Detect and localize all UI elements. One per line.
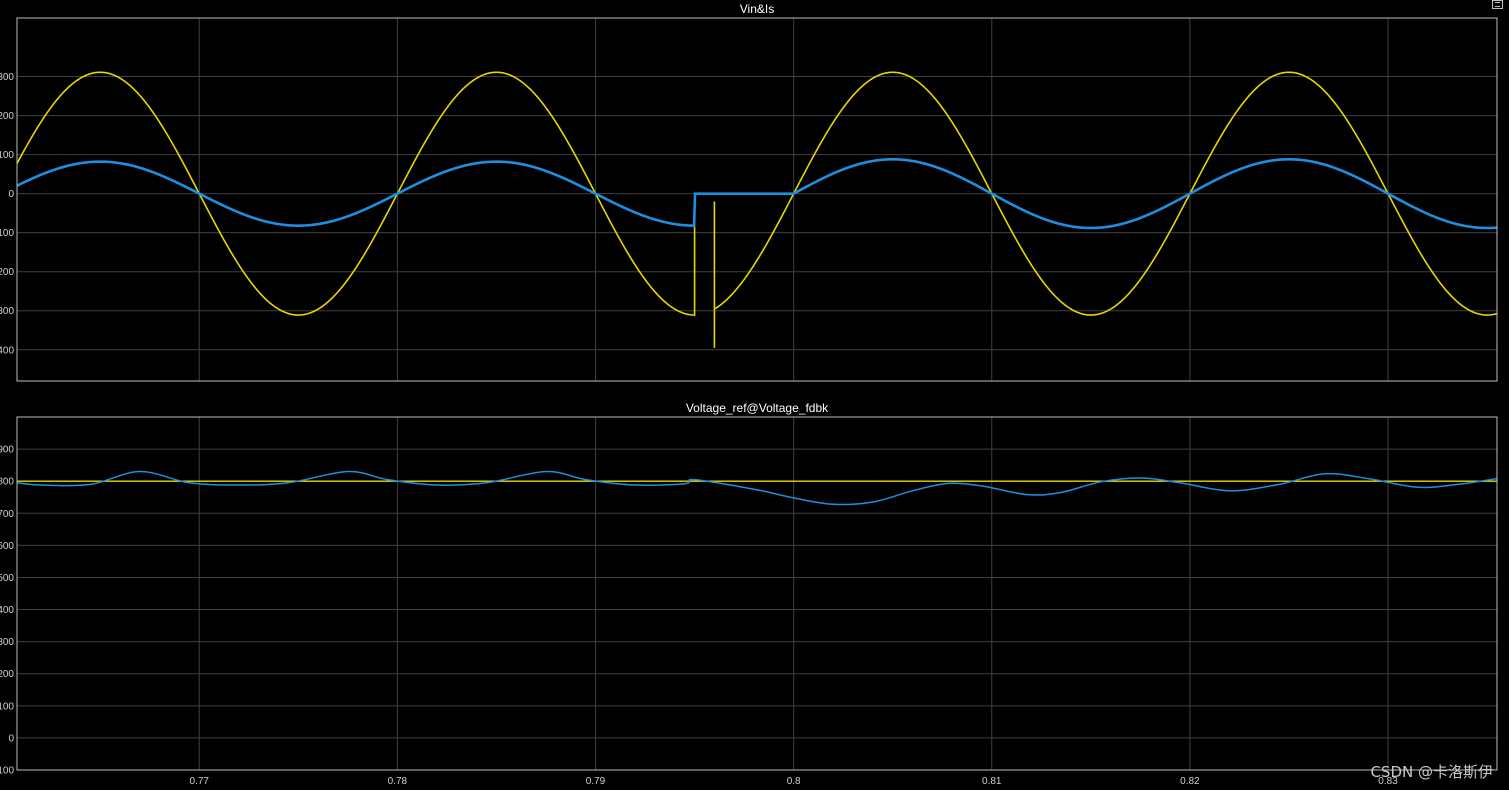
y-tick-label: -100 xyxy=(0,228,14,239)
y-tick-label: 600 xyxy=(0,541,14,552)
y-tick-label: 400 xyxy=(0,605,14,616)
y-tick-label: -400 xyxy=(0,345,14,356)
panel-title-1: Vin&Is xyxy=(740,2,774,16)
y-tick-label: 300 xyxy=(0,72,14,83)
x-tick-label: 0.79 xyxy=(586,776,606,787)
plot-area-2 xyxy=(16,416,1498,771)
x-tick-label: 0.78 xyxy=(388,776,408,787)
x-tick-label: 0.77 xyxy=(190,776,210,787)
scope-figure: 300 200 100 0 -100 -200 -300 -400 Vin&Is 900 800 70… xyxy=(0,2,1498,787)
x-tick-label: 0.81 xyxy=(982,776,1002,787)
y-tick-label: -300 xyxy=(0,306,14,317)
y-tick-label: 500 xyxy=(0,573,14,584)
y-tick-label: 300 xyxy=(0,637,14,648)
watermark-text: CSDN @卡洛斯伊 xyxy=(1370,763,1493,781)
restore-window-icon[interactable] xyxy=(1492,0,1503,9)
y-tick-label: 800 xyxy=(0,477,14,488)
x-tick-label: 0.8 xyxy=(787,776,801,787)
y-tick-label: 200 xyxy=(0,111,14,122)
y-tick-label: 700 xyxy=(0,509,14,520)
y-tick-label: 0 xyxy=(8,189,14,200)
plot-area-1 xyxy=(16,17,1498,382)
panel-title-2: Voltage_ref@Voltage_fdbk xyxy=(686,401,829,415)
x-tick-label: 0.82 xyxy=(1180,776,1200,787)
y-tick-label: 0 xyxy=(8,733,14,744)
y-tick-label: 100 xyxy=(0,701,14,712)
y-tick-label: 900 xyxy=(0,445,14,456)
y-tick-label: -200 xyxy=(0,267,14,278)
y-tick-label: 200 xyxy=(0,669,14,680)
y-tick-label: -100 xyxy=(0,766,14,777)
y-tick-label: 100 xyxy=(0,150,14,161)
